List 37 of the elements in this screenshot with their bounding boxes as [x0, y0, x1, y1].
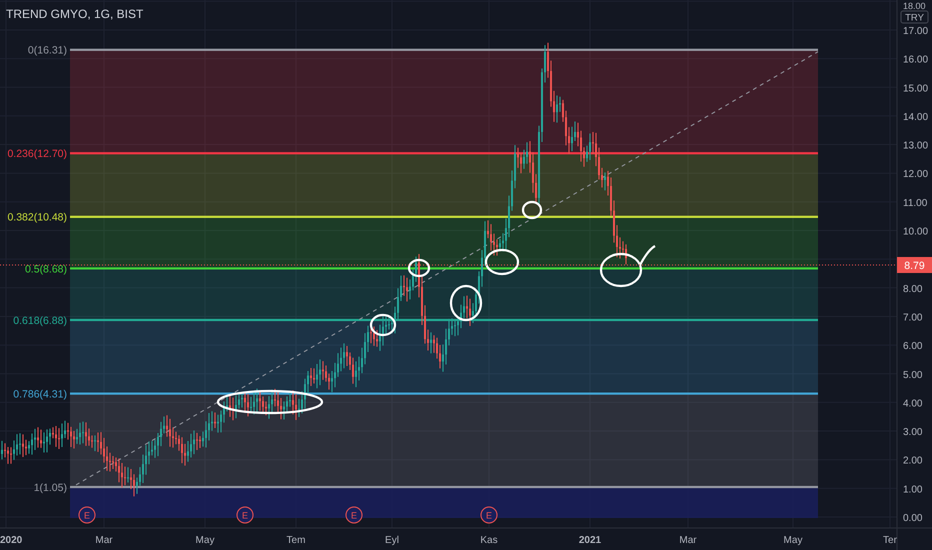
time-axis-label: Kas — [480, 535, 498, 546]
time-axis-label: Ter — [883, 535, 897, 546]
fib-level-label: 1(1.05) — [34, 482, 67, 494]
fib-level-label: 0.236(12.70) — [7, 148, 67, 160]
time-axis-label: 2021 — [578, 535, 602, 546]
price-tick-label: 15.00 — [903, 83, 928, 94]
price-tick-label: 2.00 — [903, 456, 922, 467]
fib-level-label: 0.382(10.48) — [7, 212, 67, 224]
price-tick-label: 3.00 — [903, 427, 922, 438]
price-tick-label: 18.00 — [903, 1, 926, 11]
fib-level-label: 0.618(6.88) — [13, 314, 67, 327]
time-axis-label: 2020 — [0, 535, 22, 546]
price-tick-label: 5.00 — [903, 370, 922, 381]
fib-level-label: 0.5(8.68) — [24, 263, 67, 276]
price-tick-label: 4.00 — [903, 398, 922, 410]
time-axis-label: Tem — [286, 535, 306, 546]
price-tick-label: 10.00 — [903, 226, 928, 238]
price-tick-label: 6.00 — [903, 341, 922, 352]
price-tick-label: 14.00 — [903, 112, 928, 123]
price-tick-label: 0.00 — [903, 513, 922, 524]
chart-title: TREND GMYO, 1G, BIST — [6, 6, 144, 23]
time-axis-label: Mar — [679, 535, 697, 546]
time-axis-label: May — [784, 535, 802, 546]
price-tick-label: 17.00 — [903, 26, 928, 37]
fib-level-label: 0(16.31) — [28, 44, 67, 57]
price-tick-label: 7.00 — [903, 312, 922, 324]
price-tick-label: 11.00 — [903, 198, 928, 209]
price-tick-label: 16.00 — [903, 54, 928, 66]
price-tick-label: 12.00 — [903, 169, 928, 180]
price-tick-label: 13.00 — [903, 140, 928, 152]
time-axis-label: Eyl — [385, 535, 399, 546]
price-tick-label: 8.00 — [903, 284, 922, 295]
fib-level-label: 0.786(4.31) — [13, 388, 67, 401]
time-axis-label: Mar — [95, 535, 113, 546]
time-axis-label: May — [196, 535, 214, 546]
last-price-label: 8.79 — [904, 260, 925, 272]
price-tick-label: 1.00 — [903, 484, 922, 496]
